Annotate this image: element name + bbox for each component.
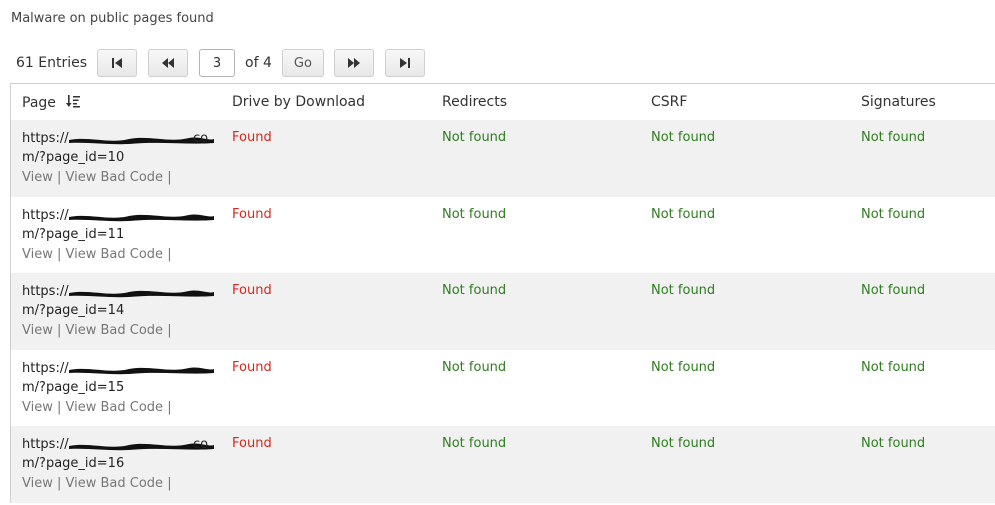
csrf-status: Not found — [651, 206, 716, 222]
view-bad-code-link[interactable]: View Bad Code — [66, 323, 164, 338]
table-header: Page Drive by Download Redirects CSRF Si… — [11, 84, 995, 120]
first-page-icon — [112, 58, 123, 68]
page-url: https://m/?page_id=15 — [22, 359, 214, 397]
redirects-status: Not found — [442, 206, 507, 222]
first-page-button[interactable] — [97, 49, 138, 77]
entries-count: 61 Entries — [16, 55, 88, 71]
view-link[interactable]: View — [22, 476, 53, 491]
view-link[interactable]: View — [22, 170, 53, 185]
view-link[interactable]: View — [22, 247, 53, 262]
view-link[interactable]: View — [22, 323, 53, 338]
signatures-status: Not found — [861, 283, 926, 299]
row-actions: View | View Bad Code | — [22, 323, 172, 339]
table-row: https://m/?page_id=14 View | View Bad Cod… — [11, 273, 995, 350]
redirects-status: Not found — [442, 359, 507, 375]
view-bad-code-link[interactable]: View Bad Code — [66, 170, 164, 185]
column-header-page[interactable]: Page — [22, 94, 80, 112]
page-url: https://co m/?page_id=16 — [22, 435, 214, 473]
table-row: https://co m/?page_id=10 View | View Bad C… — [11, 120, 995, 197]
view-link[interactable]: View — [22, 400, 53, 415]
page-number-input[interactable] — [199, 49, 236, 77]
page-url: https://co m/?page_id=10 — [22, 129, 214, 167]
view-bad-code-link[interactable]: View Bad Code — [66, 400, 164, 415]
signatures-status: Not found — [861, 436, 926, 452]
signatures-status: Not found — [861, 359, 926, 375]
csrf-status: Not found — [651, 436, 716, 452]
redirects-status: Not found — [442, 436, 507, 452]
go-button[interactable]: Go — [281, 49, 324, 77]
next-page-button[interactable] — [333, 49, 374, 77]
csrf-status: Not found — [651, 359, 716, 375]
csrf-status: Not found — [651, 283, 716, 299]
table-row: https://co m/?page_id=16 View | View Bad C… — [11, 426, 995, 503]
previous-page-icon — [162, 58, 175, 68]
table-row: https://m/?page_id=15 View | View Bad Cod… — [11, 350, 995, 427]
row-actions: View | View Bad Code | — [22, 476, 172, 492]
redaction-scribble — [69, 290, 214, 298]
drive-by-download-status: Found — [232, 206, 272, 222]
redirects-status: Not found — [442, 130, 507, 145]
sort-descending-icon[interactable] — [65, 94, 80, 112]
last-page-icon — [399, 58, 410, 68]
row-actions: View | View Bad Code | — [22, 399, 172, 415]
column-header-redirects[interactable]: Redirects — [442, 94, 507, 110]
view-bad-code-link[interactable]: View Bad Code — [66, 247, 164, 262]
row-actions: View | View Bad Code | — [22, 170, 172, 185]
signatures-status: Not found — [861, 206, 926, 222]
column-header-signatures[interactable]: Signatures — [861, 94, 936, 110]
drive-by-download-status: Found — [232, 359, 272, 375]
redaction-scribble — [69, 367, 214, 374]
signatures-status: Not found — [861, 130, 926, 145]
drive-by-download-status: Found — [232, 283, 272, 299]
total-pages: of 4 — [245, 55, 272, 71]
pagination-bar: 61 Entries of 4 Go — [16, 48, 436, 78]
previous-page-button[interactable] — [148, 49, 189, 77]
view-bad-code-link[interactable]: View Bad Code — [66, 476, 164, 491]
malware-table: Page Drive by Download Redirects CSRF Si… — [10, 83, 995, 503]
drive-by-download-status: Found — [232, 436, 272, 452]
last-page-button[interactable] — [384, 49, 425, 77]
drive-by-download-status: Found — [232, 130, 272, 145]
table-row: https://m/?page_id=11 View | View Bad Cod… — [11, 197, 995, 274]
row-actions: View | View Bad Code | — [22, 246, 172, 262]
page-url: https://m/?page_id=11 — [22, 206, 214, 244]
next-page-icon — [347, 58, 360, 68]
csrf-status: Not found — [651, 130, 716, 145]
column-header-drive-by-download[interactable]: Drive by Download — [232, 94, 365, 110]
page-title: Malware on public pages found — [11, 11, 214, 26]
redaction-scribble — [69, 214, 214, 221]
column-header-csrf[interactable]: CSRF — [651, 94, 687, 110]
page-url: https://m/?page_id=14 — [22, 282, 214, 320]
redirects-status: Not found — [442, 283, 507, 299]
